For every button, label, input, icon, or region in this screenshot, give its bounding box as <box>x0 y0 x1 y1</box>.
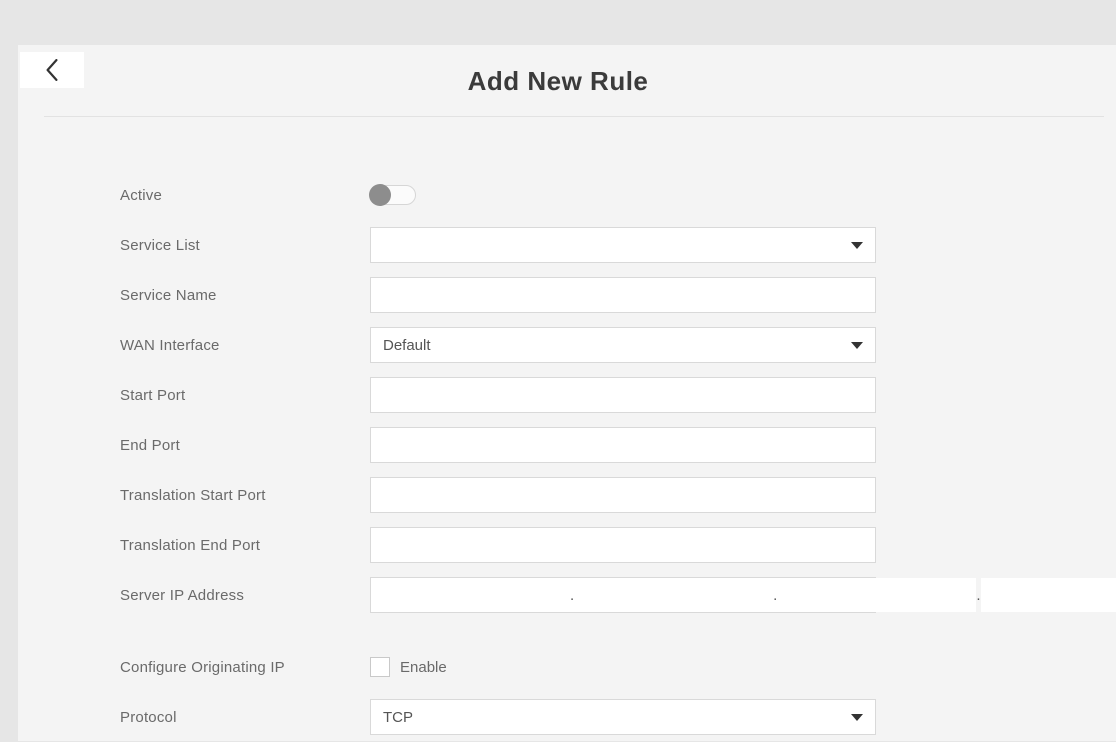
header-divider <box>44 116 1104 117</box>
active-toggle[interactable] <box>370 185 416 205</box>
label-service-list: Service List <box>120 237 370 254</box>
ip-octet-2[interactable] <box>574 578 773 612</box>
label-trans-end-port: Translation End Port <box>120 537 370 554</box>
row-end-port: End Port <box>120 420 880 470</box>
end-port-input[interactable] <box>370 427 876 463</box>
wan-interface-value: Default <box>383 337 431 354</box>
row-trans-end-port: Translation End Port <box>120 520 880 570</box>
chevron-down-icon <box>851 342 863 349</box>
ip-octet-4[interactable] <box>981 578 1116 612</box>
row-service-name: Service Name <box>120 270 880 320</box>
chevron-down-icon <box>851 714 863 721</box>
label-config-orig-ip: Configure Originating IP <box>120 659 370 676</box>
toggle-knob <box>369 184 391 206</box>
protocol-select[interactable]: TCP <box>370 699 876 735</box>
ip-octet-3[interactable] <box>777 578 976 612</box>
label-start-port: Start Port <box>120 387 370 404</box>
row-start-port: Start Port <box>120 370 880 420</box>
service-list-select[interactable] <box>370 227 876 263</box>
trans-end-port-input[interactable] <box>370 527 876 563</box>
page-title: Add New Rule <box>0 66 1116 97</box>
enable-originating-ip-checkbox[interactable] <box>370 657 390 677</box>
label-trans-start-port: Translation Start Port <box>120 487 370 504</box>
row-trans-start-port: Translation Start Port <box>120 470 880 520</box>
protocol-value: TCP <box>383 709 413 726</box>
start-port-input[interactable] <box>370 377 876 413</box>
rule-form: Active Service List Service Name WAN Int… <box>120 170 880 742</box>
server-ip-input[interactable]: . . . <box>370 577 876 613</box>
wan-interface-select[interactable]: Default <box>370 327 876 363</box>
label-active: Active <box>120 187 370 204</box>
enable-label: Enable <box>400 659 447 676</box>
row-wan-interface: WAN Interface Default <box>120 320 880 370</box>
label-server-ip: Server IP Address <box>120 587 370 604</box>
row-service-list: Service List <box>120 220 880 270</box>
label-wan-interface: WAN Interface <box>120 337 370 354</box>
trans-start-port-input[interactable] <box>370 477 876 513</box>
row-protocol: Protocol TCP <box>120 692 880 742</box>
row-active: Active <box>120 170 880 220</box>
chevron-down-icon <box>851 242 863 249</box>
ip-octet-1[interactable] <box>371 578 570 612</box>
row-server-ip: Server IP Address . . . <box>120 570 880 620</box>
label-service-name: Service Name <box>120 287 370 304</box>
row-config-orig-ip: Configure Originating IP Enable <box>120 642 880 692</box>
label-protocol: Protocol <box>120 709 370 726</box>
label-end-port: End Port <box>120 437 370 454</box>
service-name-input[interactable] <box>370 277 876 313</box>
